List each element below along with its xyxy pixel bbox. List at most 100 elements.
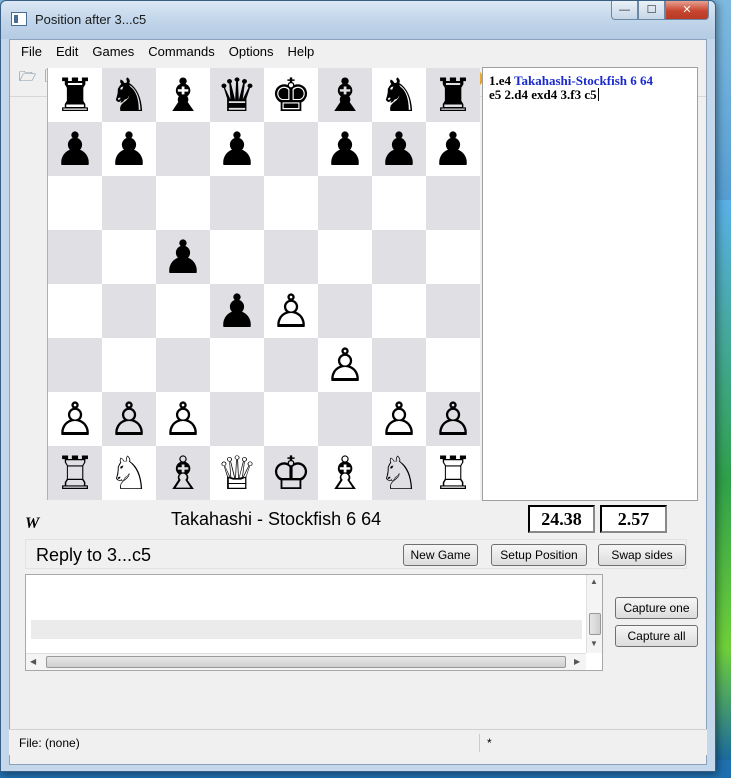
swap-sides-button[interactable]: Swap sides (598, 544, 686, 566)
square-b3[interactable] (102, 338, 156, 392)
square-h8[interactable]: ♜ (426, 68, 480, 122)
square-e3[interactable] (264, 338, 318, 392)
square-h5[interactable] (426, 230, 480, 284)
square-a3[interactable] (48, 338, 102, 392)
square-c7[interactable] (156, 122, 210, 176)
scroll-right-icon[interactable]: ▶ (574, 657, 580, 666)
square-f8[interactable]: ♝ (318, 68, 372, 122)
chess-piece[interactable]: ♔ (270, 446, 311, 500)
chess-piece[interactable]: ♙ (378, 392, 419, 446)
square-g7[interactable]: ♟ (372, 122, 426, 176)
horizontal-scrollbar[interactable]: ◀ ▶ (26, 653, 586, 670)
square-e6[interactable] (264, 176, 318, 230)
square-f6[interactable] (318, 176, 372, 230)
square-c4[interactable] (156, 284, 210, 338)
square-f4[interactable] (318, 284, 372, 338)
square-f1[interactable]: ♗ (318, 446, 372, 500)
scroll-left-icon[interactable]: ◀ (30, 657, 36, 666)
square-e5[interactable] (264, 230, 318, 284)
square-h7[interactable]: ♟ (426, 122, 480, 176)
chess-piece[interactable]: ♘ (108, 446, 149, 500)
square-e8[interactable]: ♚ (264, 68, 318, 122)
chess-board[interactable]: ♜ ♞ ♝ ♛ ♚ ♝ ♞ ♜ ♟ ♟ ♟ ♟ ♟ ♟ ♟ ♟ ♙ ♙ ♙ ♙ ♙ ♙ ♙ ♖ ♘ ♗ ♕ ♔ ♗ ♘ ♖ (47, 68, 480, 500)
square-b8[interactable]: ♞ (102, 68, 156, 122)
chess-piece[interactable]: ♟ (54, 122, 95, 176)
new-game-button[interactable]: New Game (403, 544, 478, 566)
square-g3[interactable] (372, 338, 426, 392)
moves-panel[interactable]: 1.e4 Takahashi-Stockfish 6 64 e5 2.d4 ex… (482, 67, 698, 501)
square-e1[interactable]: ♔ (264, 446, 318, 500)
square-b6[interactable] (102, 176, 156, 230)
capture-all-button[interactable]: Capture all (615, 625, 698, 647)
chess-piece[interactable]: ♖ (432, 446, 473, 500)
chess-piece[interactable]: ♟ (216, 284, 257, 338)
maximize-button[interactable]: ☐ (638, 1, 665, 20)
square-g5[interactable] (372, 230, 426, 284)
setup-position-button[interactable]: Setup Position (491, 544, 587, 566)
square-g6[interactable] (372, 176, 426, 230)
square-e7[interactable] (264, 122, 318, 176)
square-c2[interactable]: ♙ (156, 392, 210, 446)
square-e2[interactable] (264, 392, 318, 446)
chess-piece[interactable]: ♕ (216, 446, 257, 500)
chess-piece[interactable]: ♟ (216, 122, 257, 176)
chess-piece[interactable]: ♙ (432, 392, 473, 446)
menu-games[interactable]: Games (85, 44, 141, 59)
chess-piece[interactable]: ♗ (162, 446, 203, 500)
square-a4[interactable] (48, 284, 102, 338)
square-d3[interactable] (210, 338, 264, 392)
chess-piece[interactable]: ♝ (162, 68, 203, 122)
vertical-scrollbar[interactable]: ▲ ▼ (586, 575, 602, 653)
chess-piece[interactable]: ♗ (324, 446, 365, 500)
square-b5[interactable] (102, 230, 156, 284)
scroll-down-icon[interactable]: ▼ (590, 639, 598, 648)
menu-file[interactable]: File (14, 44, 49, 59)
chess-piece[interactable]: ♜ (54, 68, 95, 122)
square-h6[interactable] (426, 176, 480, 230)
chess-piece[interactable]: ♙ (54, 392, 95, 446)
square-d4[interactable]: ♟ (210, 284, 264, 338)
chess-piece[interactable]: ♙ (270, 284, 311, 338)
square-b2[interactable]: ♙ (102, 392, 156, 446)
square-e4[interactable]: ♙ (264, 284, 318, 338)
square-c1[interactable]: ♗ (156, 446, 210, 500)
menu-commands[interactable]: Commands (141, 44, 221, 59)
chess-piece[interactable]: ♝ (324, 68, 365, 122)
square-h1[interactable]: ♖ (426, 446, 480, 500)
chess-piece[interactable]: ♟ (162, 230, 203, 284)
square-a2[interactable]: ♙ (48, 392, 102, 446)
close-button[interactable]: ✕ (665, 1, 709, 20)
chess-piece[interactable]: ♙ (162, 392, 203, 446)
menu-help[interactable]: Help (281, 44, 322, 59)
square-d8[interactable]: ♛ (210, 68, 264, 122)
square-g4[interactable] (372, 284, 426, 338)
chess-piece[interactable]: ♖ (54, 446, 95, 500)
square-d2[interactable] (210, 392, 264, 446)
menu-edit[interactable]: Edit (49, 44, 85, 59)
chess-piece[interactable]: ♛ (216, 68, 257, 122)
square-a1[interactable]: ♖ (48, 446, 102, 500)
chess-piece[interactable]: ♞ (378, 68, 419, 122)
square-f7[interactable]: ♟ (318, 122, 372, 176)
chess-piece[interactable]: ♞ (108, 68, 149, 122)
square-b4[interactable] (102, 284, 156, 338)
square-c5[interactable]: ♟ (156, 230, 210, 284)
chess-piece[interactable]: ♟ (378, 122, 419, 176)
chess-piece[interactable]: ♚ (270, 68, 311, 122)
square-f2[interactable] (318, 392, 372, 446)
capture-one-button[interactable]: Capture one (615, 597, 698, 619)
square-h2[interactable]: ♙ (426, 392, 480, 446)
square-h3[interactable] (426, 338, 480, 392)
chess-piece[interactable]: ♘ (378, 446, 419, 500)
square-f3[interactable]: ♙ (318, 338, 372, 392)
scroll-up-icon[interactable]: ▲ (590, 577, 598, 586)
vertical-scroll-thumb[interactable] (589, 613, 601, 635)
menu-options[interactable]: Options (222, 44, 281, 59)
square-c8[interactable]: ♝ (156, 68, 210, 122)
square-c3[interactable] (156, 338, 210, 392)
square-g2[interactable]: ♙ (372, 392, 426, 446)
square-b1[interactable]: ♘ (102, 446, 156, 500)
square-c6[interactable] (156, 176, 210, 230)
chess-piece[interactable]: ♙ (324, 338, 365, 392)
chess-piece[interactable]: ♙ (108, 392, 149, 446)
